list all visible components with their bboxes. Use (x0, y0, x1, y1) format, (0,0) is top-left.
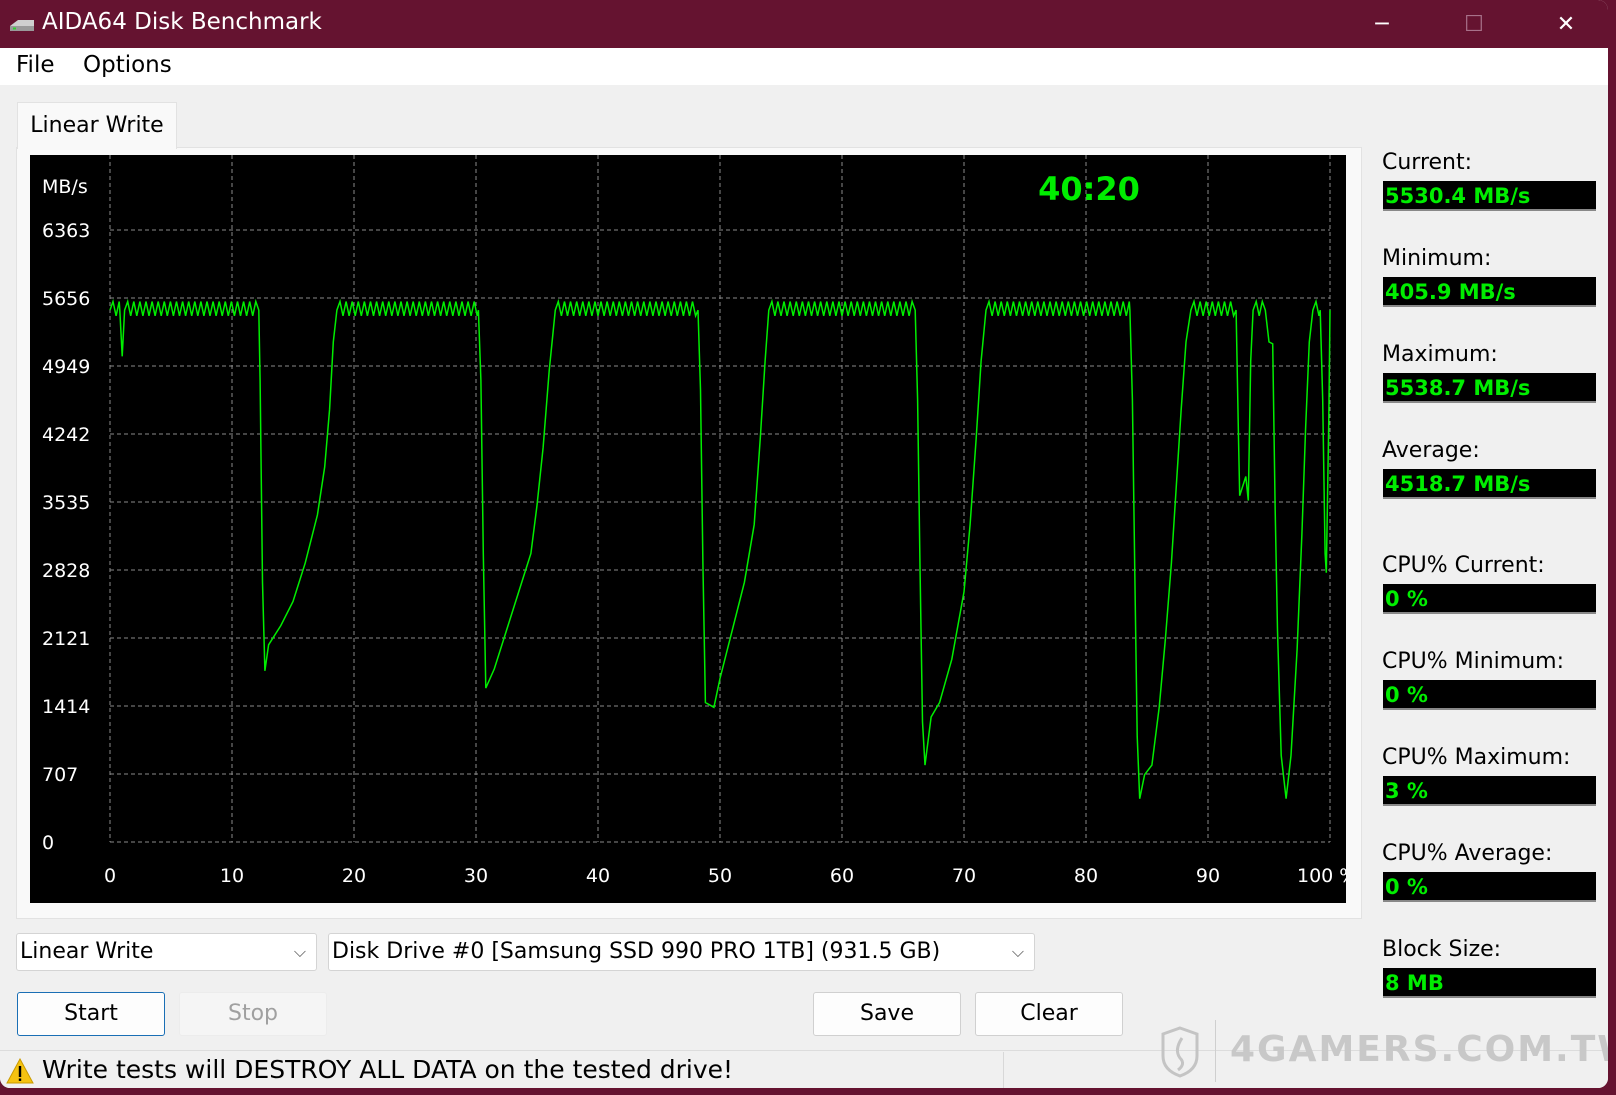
elapsed-timer: 40:20 (1038, 170, 1140, 208)
stat-label: Current: (1382, 150, 1473, 175)
stat-value: 405.9 MB/s (1383, 277, 1596, 307)
start-button[interactable]: Start (17, 992, 165, 1036)
stat-label: CPU% Average: (1382, 841, 1553, 866)
stat-label: CPU% Current: (1382, 553, 1545, 578)
x-tick-label: 80 (1074, 865, 1098, 887)
watermark-divider (1215, 1020, 1216, 1082)
y-tick-label: 6363 (42, 220, 90, 242)
drive-select[interactable]: Disk Drive #0 [Samsung SSD 990 PRO 1TB] … (328, 933, 1035, 971)
y-tick-label: 707 (42, 764, 78, 786)
x-tick-label: 20 (342, 865, 366, 887)
x-tick-label: 100 % (1297, 865, 1346, 887)
y-tick-label: 4949 (42, 356, 90, 378)
x-tick-label: 40 (586, 865, 610, 887)
status-separator (1003, 1052, 1004, 1088)
chart-svg: 0 707 1414 2121 2828 3535 4242 4949 5656 6363 0 10 2… (42, 155, 1357, 887)
minimize-button[interactable]: ─ (1336, 0, 1428, 48)
stat-value: 0 % (1383, 680, 1596, 710)
stat-label: CPU% Maximum: (1382, 745, 1571, 770)
menu-file[interactable]: File (16, 52, 55, 78)
stat-label: Average: (1382, 438, 1480, 463)
app-window: AIDA64 Disk Benchmark ─ ☐ ✕ File Options… (0, 0, 1608, 1088)
stat-label: Maximum: (1382, 342, 1498, 367)
warning-icon (6, 1058, 34, 1084)
y-tick-label: 3535 (42, 492, 90, 514)
drive-value: Disk Drive #0 [Samsung SSD 990 PRO 1TB] … (332, 939, 941, 964)
y-tick-label: 5656 (42, 288, 90, 310)
y-tick-label: 0 (42, 832, 54, 854)
stat-value: 8 MB (1383, 968, 1596, 998)
x-tick-label: 70 (952, 865, 976, 887)
y-tick-label: 2828 (42, 560, 90, 582)
x-tick-label: 50 (708, 865, 732, 887)
stat-value: 5538.7 MB/s (1383, 373, 1596, 403)
stat-value: 5530.4 MB/s (1383, 181, 1596, 211)
stat-value: 0 % (1383, 872, 1596, 902)
maximize-button[interactable]: ☐ (1428, 0, 1520, 48)
x-tick-label: 60 (830, 865, 854, 887)
stat-label: CPU% Minimum: (1382, 649, 1564, 674)
menu-bar: File Options (0, 48, 1608, 85)
save-button[interactable]: Save (813, 992, 961, 1036)
chevron-down-icon: ⌵ (1011, 942, 1024, 961)
test-type-select[interactable]: Linear Write ⌵ (16, 933, 317, 971)
x-tick-label: 90 (1196, 865, 1220, 887)
y-tick-label: 2121 (42, 628, 90, 650)
stat-label: Minimum: (1382, 246, 1492, 271)
tab-linear-write[interactable]: Linear Write (17, 102, 177, 149)
x-tick-label: 10 (220, 865, 244, 887)
window-title: AIDA64 Disk Benchmark (42, 9, 322, 35)
x-tick-label: 30 (464, 865, 488, 887)
menu-options[interactable]: Options (83, 52, 172, 78)
stat-value: 3 % (1383, 776, 1596, 806)
clear-button[interactable]: Clear (975, 992, 1123, 1036)
title-bar[interactable]: AIDA64 Disk Benchmark ─ ☐ ✕ (0, 0, 1608, 48)
benchmark-chart: 0 707 1414 2121 2828 3535 4242 4949 5656 6363 0 10 2… (30, 155, 1357, 903)
disk-drive-icon (10, 20, 34, 31)
y-tick-label: 1414 (42, 696, 90, 718)
close-button[interactable]: ✕ (1520, 0, 1608, 48)
stat-value: 0 % (1383, 584, 1596, 614)
x-tick-label: 0 (104, 865, 116, 887)
watermark-logo-icon (1161, 1026, 1199, 1078)
stop-button[interactable]: Stop (179, 992, 327, 1036)
stat-value: 4518.7 MB/s (1383, 469, 1596, 499)
y-axis-unit-label: MB/s (42, 176, 88, 198)
y-tick-label: 4242 (42, 424, 90, 446)
minimize-icon: ─ (1375, 11, 1389, 37)
test-type-value: Linear Write (20, 939, 154, 964)
stat-label: Block Size: (1382, 937, 1502, 962)
watermark-text: 4GAMERS.COM.TW (1230, 1029, 1608, 1070)
destroy-data-warning: Write tests will DESTROY ALL DATA on the… (42, 1055, 734, 1084)
maximize-icon: ☐ (1464, 11, 1484, 37)
chevron-down-icon: ⌵ (293, 942, 306, 961)
close-icon: ✕ (1556, 11, 1576, 37)
